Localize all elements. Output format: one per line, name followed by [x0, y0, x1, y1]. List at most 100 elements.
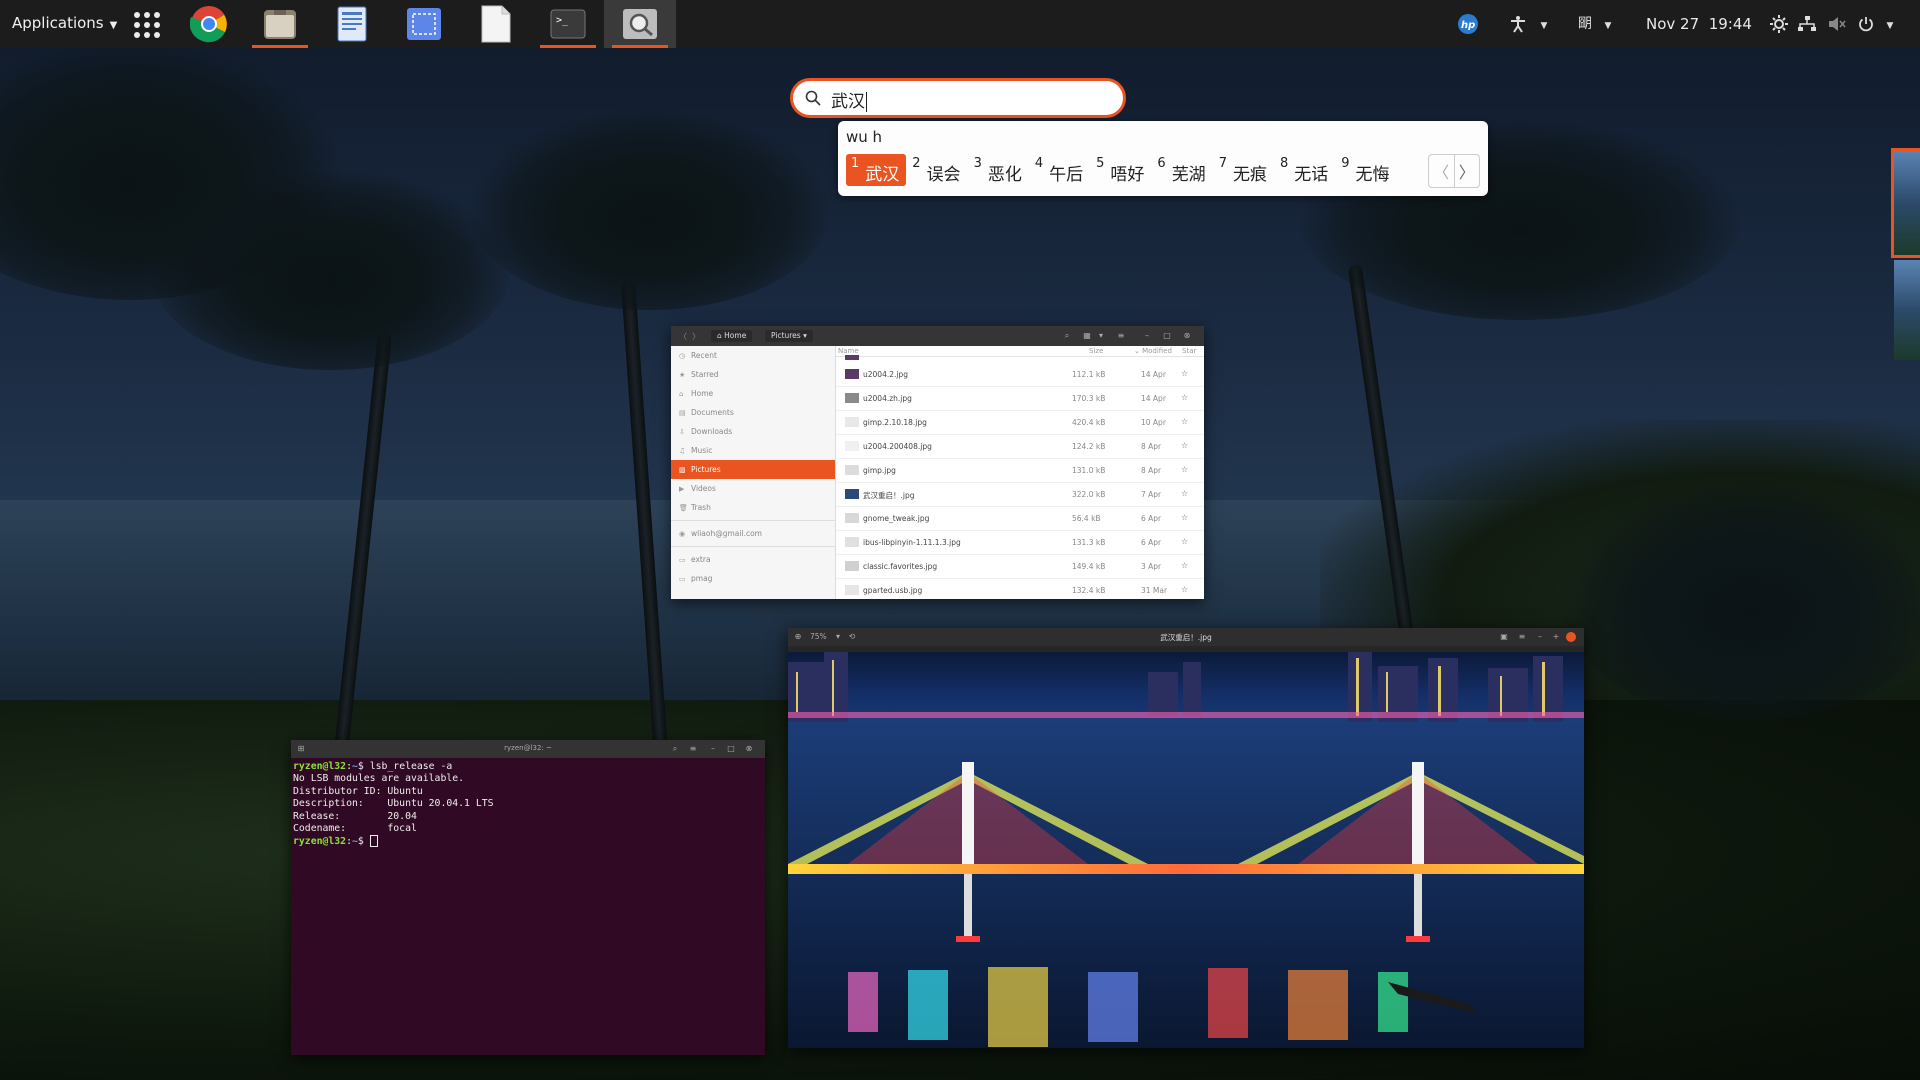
sidebar-item-music[interactable]: ♫ Music	[671, 441, 835, 460]
account-icon: ◉	[679, 530, 686, 538]
ime-candidate[interactable]: 6 芜湖	[1152, 154, 1212, 186]
file-thumbnail	[845, 393, 859, 403]
volume-muted-icon[interactable]	[1828, 0, 1846, 48]
file-modified: 7 Apr	[1141, 490, 1162, 499]
file-size: 420.4 kB	[1072, 418, 1106, 427]
applications-menu[interactable]: Applications ▼	[12, 0, 117, 48]
sidebar-item-starred[interactable]: ★ Starred	[671, 365, 835, 384]
star-icon[interactable]: ☆	[1181, 441, 1188, 450]
ime-candidate[interactable]: 7 无痕	[1214, 154, 1274, 186]
maximize-icon[interactable]: +	[1550, 631, 1562, 643]
menu-icon[interactable]: ≡	[687, 743, 699, 755]
sidebar-item-trash[interactable]: 🗑 Trash	[671, 498, 835, 517]
sidebar-item-wliaoh-gmail-com[interactable]: ◉ wliaoh@gmail.com	[671, 524, 835, 543]
column-modified[interactable]: ⌄ Modified	[1134, 346, 1172, 356]
gallery-icon[interactable]: ▣	[1498, 631, 1510, 643]
column-size[interactable]: Size	[1089, 346, 1103, 356]
star-icon[interactable]: ☆	[1181, 393, 1188, 402]
sidebar-item-recent[interactable]: ◷ Recent	[671, 346, 835, 365]
show-applications-grid-icon[interactable]	[134, 12, 160, 38]
image-viewer-window[interactable]: ⊕ 75% ▾ ⟲ 武汉重启！.jpg ▣ ≡ – +	[788, 628, 1584, 1048]
file-row[interactable]: ibus-libpinyin-1.11.1.3.jpg 131.3 kB 6 Apr…	[836, 531, 1204, 555]
ime-candidate[interactable]: 4 午后	[1030, 154, 1090, 186]
ime-candidate[interactable]: 8 无话	[1275, 154, 1335, 186]
minimize-icon[interactable]: –	[707, 743, 719, 755]
column-star[interactable]: Star	[1182, 346, 1196, 356]
files-window[interactable]: 〈 〉 ⌂ Home Pictures ▾ ⌕ ▦ ▾ ≡ – □ ⊗ ◷ Rec…	[671, 326, 1204, 599]
sidebar-item-home[interactable]: ⌂ Home	[671, 384, 835, 403]
view-grid-icon[interactable]: ▦	[1081, 330, 1093, 342]
file-row[interactable]: gimp.jpg 131.0 kB 8 Apr ☆	[836, 459, 1204, 483]
file-row[interactable]: classic.favorites.jpg 149.4 kB 3 Apr ☆	[836, 555, 1204, 579]
power-menu[interactable]: ▼	[1858, 0, 1893, 48]
document-launcher[interactable]	[460, 0, 532, 48]
ime-candidate[interactable]: 3 恶化	[969, 154, 1029, 186]
file-row[interactable]: gparted.usb.jpg 132.4 kB 31 Mar ☆	[836, 579, 1204, 599]
chevron-down-icon[interactable]: ▾	[1095, 330, 1107, 342]
star-icon[interactable]: ☆	[1181, 585, 1188, 594]
palm-crown	[1560, 480, 1920, 720]
search-icon[interactable]: ⌕	[1061, 330, 1073, 342]
maximize-icon[interactable]: □	[725, 743, 737, 755]
file-row[interactable]: gnome_tweak.jpg 56.4 kB 6 Apr ☆	[836, 507, 1204, 531]
network-icon[interactable]	[1798, 0, 1816, 48]
input-method-menu[interactable]: 朙 ▼	[1578, 0, 1611, 48]
search-icon[interactable]: ⌕	[669, 743, 681, 755]
star-icon[interactable]: ☆	[1181, 369, 1188, 378]
text-editor-launcher[interactable]	[316, 0, 388, 48]
sidebar-item-pmag[interactable]: ▭ pmag	[671, 569, 835, 588]
file-row[interactable]: u2004.200408.jpg 124.2 kB 8 Apr ☆	[836, 435, 1204, 459]
back-forward-icon[interactable]: 〈 〉	[679, 331, 700, 342]
image-viewer-launcher[interactable]	[604, 0, 676, 48]
minimize-icon[interactable]: –	[1141, 330, 1153, 342]
close-icon[interactable]	[1566, 632, 1576, 642]
maximize-icon[interactable]: □	[1161, 330, 1173, 342]
ime-candidate-list: 1 武汉 2 误会 3 恶化 4 午后 5 唔好 6 芜湖 7 无痕 8 无话 9 无悔	[846, 154, 1398, 186]
menu-icon[interactable]: ≡	[1516, 631, 1528, 643]
files-launcher[interactable]	[244, 0, 316, 48]
minimize-icon[interactable]: –	[1534, 631, 1546, 643]
file-row[interactable]: u2004.2.jpg 112.1 kB 14 Apr ☆	[836, 363, 1204, 387]
star-icon[interactable]: ☆	[1181, 465, 1188, 474]
close-icon[interactable]: ⊗	[743, 743, 755, 755]
file-row[interactable]: 武汉重启！.jpg 322.0 kB 7 Apr ☆	[836, 483, 1204, 507]
screenshot-launcher[interactable]	[388, 0, 460, 48]
chrome-launcher[interactable]	[173, 0, 245, 48]
terminal-output[interactable]: ryzen@l32:~$ lsb_release -a No LSB module…	[291, 758, 765, 852]
file-row[interactable]: u2004.zh.jpg 170.3 kB 14 Apr ☆	[836, 387, 1204, 411]
sidebar-item-downloads[interactable]: ⇩ Downloads	[671, 422, 835, 441]
hp-icon[interactable]: hp	[1457, 0, 1479, 48]
ime-candidate[interactable]: 5 唔好	[1091, 154, 1151, 186]
file-row[interactable]: gimp.2.10.18.jpg 420.4 kB 10 Apr ☆	[836, 411, 1204, 435]
terminal-window[interactable]: ⊞ ryzen@l32: ~ ⌕ ≡ – □ ⊗ ryzen@l32:~$ ls…	[291, 740, 765, 1055]
sidebar-item-label: Starred	[691, 370, 719, 379]
ime-next-page-icon[interactable]: 〉	[1455, 155, 1480, 187]
star-icon[interactable]: ☆	[1181, 561, 1188, 570]
sidebar-item-pictures[interactable]: ▨ Pictures	[671, 460, 835, 479]
star-icon[interactable]: ☆	[1181, 537, 1188, 546]
star-icon[interactable]: ☆	[1181, 489, 1188, 498]
accessibility-menu[interactable]: ▼	[1510, 0, 1547, 48]
brightness-icon[interactable]	[1770, 0, 1788, 48]
ime-candidate[interactable]: 2 误会	[907, 154, 967, 186]
star-icon[interactable]: ☆	[1181, 513, 1188, 522]
sidebar-item-label: Home	[691, 389, 714, 398]
clock[interactable]: Nov 27 19:44	[1646, 0, 1752, 48]
terminal-output-line: Release: 20.04	[293, 810, 417, 822]
ime-candidate[interactable]: 9 无悔	[1336, 154, 1396, 186]
sidebar-item-documents[interactable]: ▤ Documents	[671, 403, 835, 422]
breadcrumb-home[interactable]: ⌂ Home	[711, 330, 753, 342]
search-input[interactable]: 武汉	[790, 78, 1126, 118]
file-name: ibus-libpinyin-1.11.1.3.jpg	[863, 538, 961, 547]
sidebar-item-videos[interactable]: ▶ Videos	[671, 479, 835, 498]
terminal-launcher[interactable]: >_	[532, 0, 604, 48]
workspace-thumbnail-1[interactable]	[1891, 148, 1920, 258]
sidebar-item-extra[interactable]: ▭ extra	[671, 550, 835, 569]
star-icon[interactable]: ☆	[1181, 417, 1188, 426]
close-icon[interactable]: ⊗	[1181, 330, 1193, 342]
ime-prev-page-icon[interactable]: 〈	[1429, 155, 1455, 187]
workspace-thumbnail-2[interactable]	[1894, 260, 1920, 360]
ime-candidate[interactable]: 1 武汉	[846, 154, 907, 186]
breadcrumb-pictures[interactable]: Pictures ▾	[765, 330, 813, 342]
menu-icon[interactable]: ≡	[1115, 330, 1127, 342]
